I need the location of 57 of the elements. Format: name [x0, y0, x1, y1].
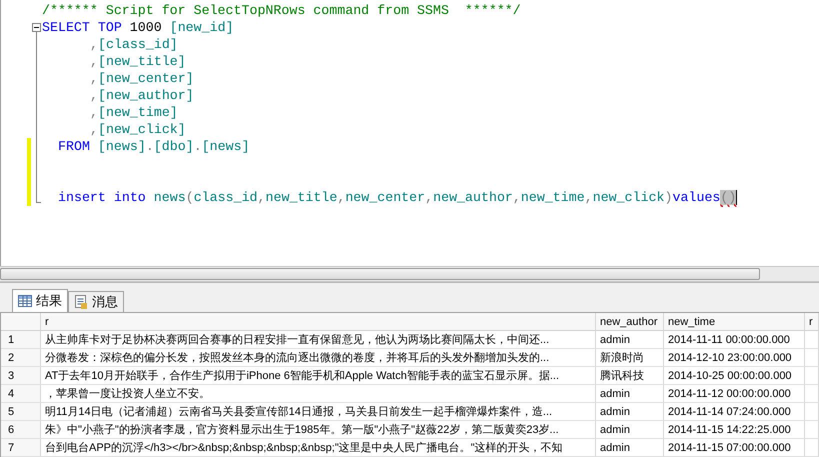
table-cell: [805, 421, 819, 439]
table-cell: 台到电台APP的沉浮</h3></br>&nbsp;&nbsp;&nbsp;&nbsp;"这里是中央人民广播电台。"这样的开头，不知: [41, 439, 596, 457]
table-cell: 2014-12-10 23:00:00.000: [664, 349, 805, 367]
table-cell: 新浪时尚: [596, 349, 664, 367]
table-cell: 2014-10-25 00:00:00.000: [664, 367, 805, 385]
table-cell: [805, 439, 819, 457]
column-header[interactable]: r: [805, 313, 819, 331]
table-cell: [805, 349, 819, 367]
table-cell: AT于去年10月开始联手，合作生产拟用于iPhone 6智能手机和Apple Watch智能手表的蓝宝石显示屏。据...: [41, 367, 596, 385]
table-cell: admin: [596, 403, 664, 421]
code-line: FROM [news].[dbo].[news]: [57, 138, 250, 155]
horizontal-scrollbar[interactable]: [0, 266, 819, 282]
code-line: ,[new_title]: [89, 53, 186, 70]
column-header[interactable]: new_time: [664, 313, 805, 331]
row-number[interactable]: 3: [1, 367, 41, 385]
row-number[interactable]: 4: [1, 385, 41, 403]
table-cell: 2014-11-11 00:00:00.000: [664, 331, 805, 349]
collapse-icon[interactable]: [32, 23, 41, 204]
table-cell: [805, 331, 819, 349]
table-cell: [805, 385, 819, 403]
table-cell: 2014-11-12 00:00:00.000: [664, 385, 805, 403]
result-tab[interactable]: 消息: [68, 291, 124, 312]
table-cell: 2014-11-15 14:22:25.000: [664, 421, 805, 439]
table-cell: 2014-11-15 07:00:00.000: [664, 439, 805, 457]
row-number[interactable]: 1: [1, 331, 41, 349]
result-tab[interactable]: 结果: [12, 289, 68, 312]
table-cell: admin: [596, 421, 664, 439]
code-line: ,[new_author]: [89, 87, 194, 104]
comment-line: /****** Script for SelectTopNRows command from SSMS ******/: [42, 2, 521, 19]
table-cell: 2014-11-14 07:24:00.000: [664, 403, 805, 421]
grid-icon: [18, 295, 32, 307]
table-cell: 腾讯科技: [596, 367, 664, 385]
table-cell: [805, 367, 819, 385]
tab-label: 消息: [92, 294, 118, 311]
code-line: ,[new_center]: [89, 70, 194, 87]
code-line: insert into news(class_id,new_title,new_center,new_author,new_time,new_click)values(): [57, 189, 738, 206]
table-cell: [805, 403, 819, 421]
table-cell: 分微卷发：深棕色的偏分长发，按照发丝本身的流向逐出微微的卷度，并将耳后的头发外翻增加头发的...: [41, 349, 596, 367]
table-cell: 明11月14日电（记者浦超）云南省马关县委宣传部14日通报，马关县日前发生一起手榴弹爆炸案件，造...: [41, 403, 596, 421]
document-icon: [74, 295, 88, 309]
table-cell: 朱》中"小燕子"的扮演者李晟，官方资料显示出生于1985年。第一版"小燕子"赵薇22岁，第二版黄奕23岁...: [41, 421, 596, 439]
code-line: SELECT TOP 1000 [new_id]: [42, 19, 234, 36]
code-line: ,[new_time]: [89, 104, 178, 121]
row-number[interactable]: 7: [1, 439, 41, 457]
table-cell: admin: [596, 385, 664, 403]
tab-label: 结果: [36, 293, 62, 310]
code-line: ,[class_id]: [89, 36, 178, 53]
table-cell: 从主帅库卡对于足协杯决赛两回合赛事的日程安排一直有保留意见，他认为两场比赛间隔太长，中间还...: [41, 331, 596, 349]
row-number[interactable]: 2: [1, 349, 41, 367]
table-cell: admin: [596, 331, 664, 349]
table-cell: admin: [596, 439, 664, 457]
table-cell: ，苹果曾一度让投资人坐立不安。: [41, 385, 596, 403]
column-header[interactable]: new_author: [596, 313, 664, 331]
row-number[interactable]: 6: [1, 421, 41, 439]
column-header[interactable]: r: [41, 313, 596, 331]
code-line: ,[new_click]: [89, 121, 186, 138]
row-number[interactable]: 5: [1, 403, 41, 421]
